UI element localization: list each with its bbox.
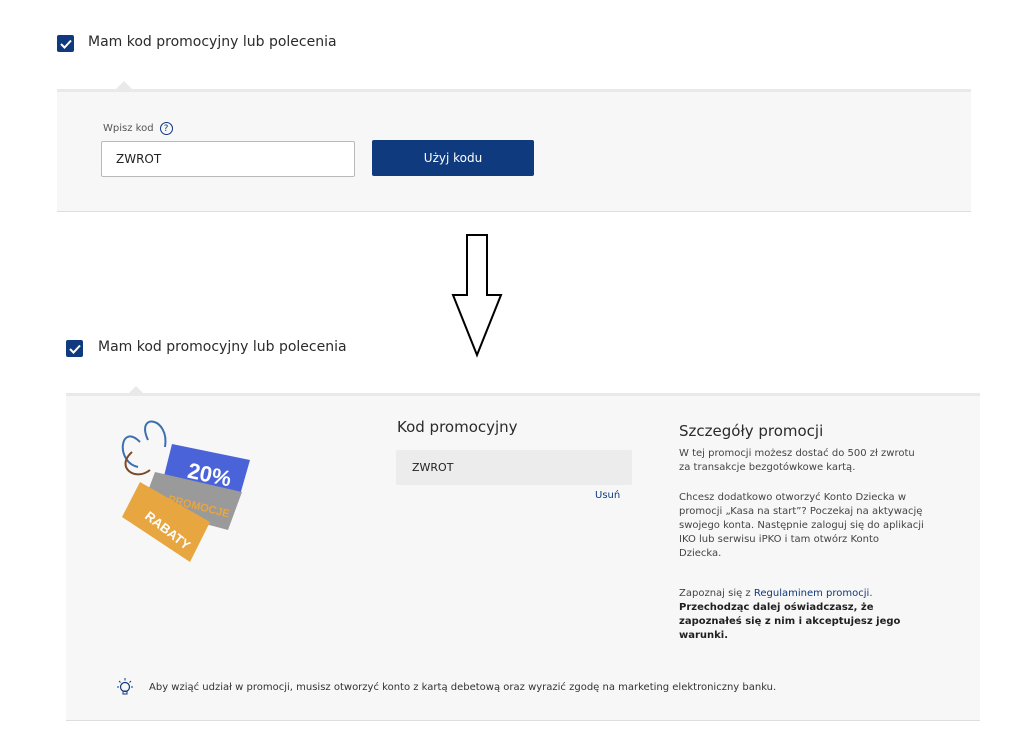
terms-link[interactable]: Regulaminem promocji	[754, 588, 869, 599]
promo-details-text-2: Chcesz dodatkowo otworzyć Konto Dziecka …	[679, 492, 924, 559]
arrow-down-icon	[451, 234, 503, 358]
panel-pointer	[116, 81, 132, 89]
promo-checkbox-before[interactable]	[57, 35, 74, 52]
applied-promo-code-field: ZWROT	[396, 450, 632, 485]
checkmark-icon	[68, 344, 81, 354]
use-code-button[interactable]: Użyj kodu	[372, 140, 534, 176]
use-code-button-label: Użyj kodu	[423, 151, 483, 165]
applied-promo-code-value: ZWROT	[412, 461, 454, 474]
promo-terms-text: Zapoznaj się z Regulaminem promocji. Prz…	[679, 587, 924, 643]
promo-details-text-1: W tej promocji możesz dostać do 500 zł z…	[679, 448, 915, 473]
promo-info-text: Aby wziąć udział w promocji, musisz otwo…	[149, 682, 777, 693]
promo-checkbox-after[interactable]	[66, 340, 83, 357]
help-icon[interactable]: ?	[159, 122, 173, 135]
promo-checkbox-label: Mam kod promocyjny lub polecenia	[88, 34, 337, 50]
lightbulb-icon	[117, 678, 133, 695]
promo-code-heading: Kod promocyjny	[397, 418, 518, 436]
terms-prefix: Zapoznaj się z	[679, 588, 754, 599]
terms-acceptance-text: Przechodząc dalej oświadczasz, że zapozn…	[679, 602, 901, 641]
promo-code-input-value: ZWROT	[116, 152, 162, 166]
promo-tags-illustration: 20% PROMOCJE RABATY	[121, 420, 250, 562]
panel-pointer	[128, 386, 144, 394]
promo-checkbox-label: Mam kod promocyjny lub polecenia	[98, 339, 347, 355]
remove-code-link[interactable]: Usuń	[595, 490, 620, 501]
code-field-label: Wpisz kod	[103, 123, 154, 134]
promo-details-heading: Szczegóły promocji	[679, 422, 824, 440]
checkmark-icon	[59, 39, 72, 49]
promo-code-input[interactable]: ZWROT	[101, 141, 355, 177]
terms-suffix: .	[869, 588, 873, 599]
